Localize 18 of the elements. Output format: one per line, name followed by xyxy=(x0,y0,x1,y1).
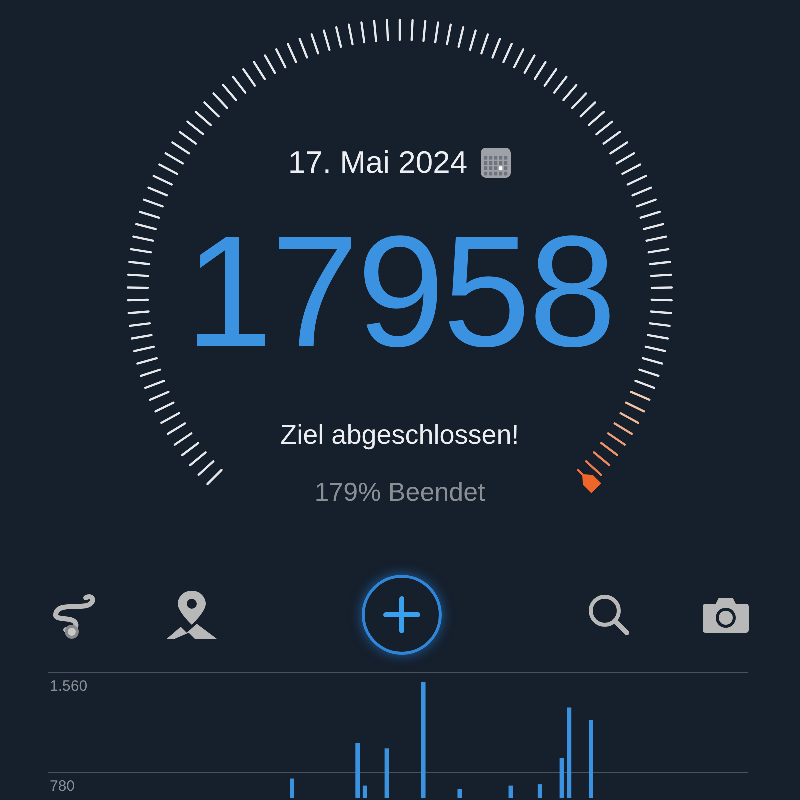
calendar-icon[interactable] xyxy=(480,147,512,180)
date-label: 17. Mai 2024 xyxy=(288,144,468,182)
chart-bar xyxy=(356,743,360,798)
chart-bar xyxy=(362,786,368,798)
chart-bar xyxy=(560,758,564,798)
chart-bar xyxy=(290,778,295,798)
step-count: 17958 xyxy=(185,212,615,370)
progress-text: 179% Beendet xyxy=(314,476,486,509)
goal-message: Ziel abgeschlossen! xyxy=(280,418,520,452)
plus-icon xyxy=(383,596,421,634)
add-button[interactable] xyxy=(362,575,442,655)
chart-bar xyxy=(384,748,390,798)
axis-label: 1.560 xyxy=(50,679,88,694)
chart-bar xyxy=(458,789,462,798)
chart-bar xyxy=(508,786,514,798)
chart-bar xyxy=(538,784,542,798)
axis-label: 780 xyxy=(50,779,76,794)
progress-marker xyxy=(582,474,602,494)
